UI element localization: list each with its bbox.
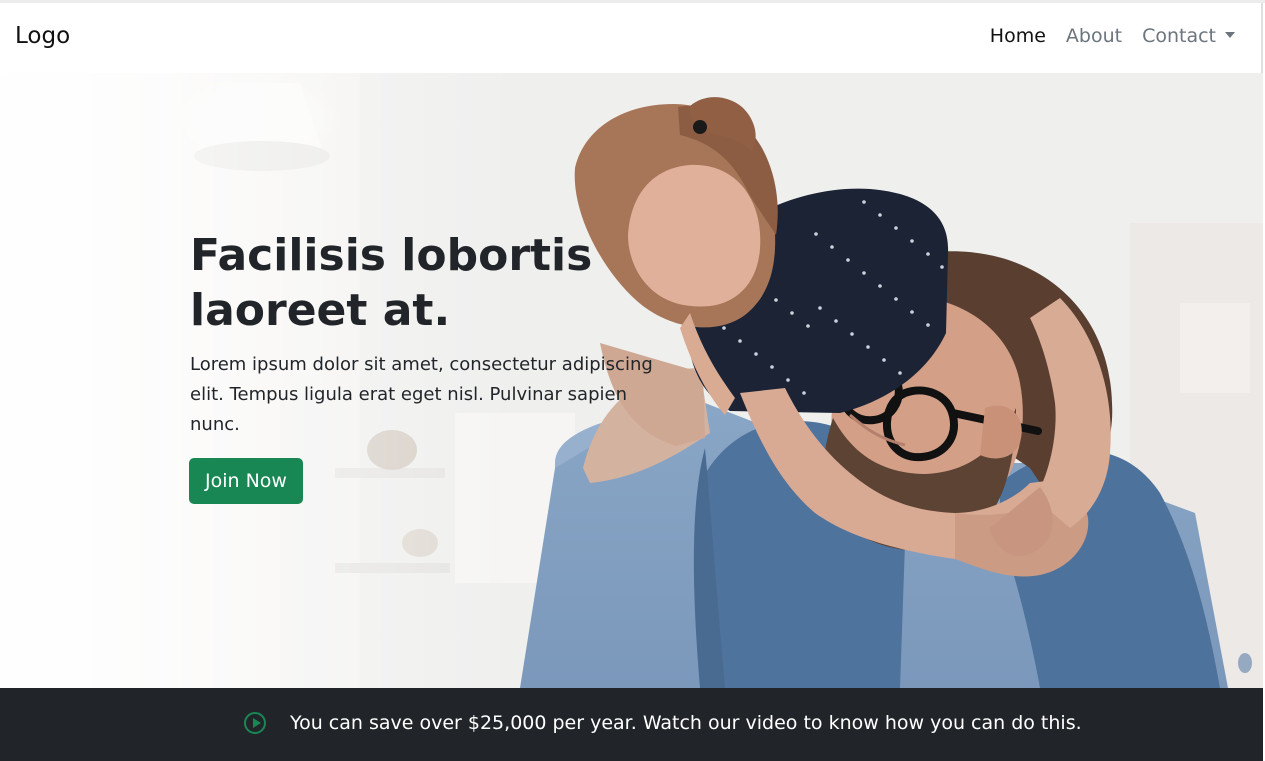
nav-contact[interactable]: Contact: [1142, 25, 1235, 47]
page: Logo Home About Contact Facilisis lobort…: [0, 0, 1265, 761]
join-now-button[interactable]: Join Now: [189, 458, 303, 504]
promo-strip: You can save over $25,000 per year. Watc…: [0, 688, 1263, 761]
promo-text[interactable]: You can save over $25,000 per year. Watc…: [290, 712, 1082, 734]
nav-contact-label: Contact: [1142, 25, 1216, 47]
hero-content: Facilisis lobortis laoreet at. Lorem ips…: [189, 228, 710, 504]
main-nav: Home About Contact: [990, 25, 1235, 47]
navbar: Logo Home About Contact: [0, 3, 1263, 73]
nav-home[interactable]: Home: [990, 25, 1046, 47]
hero-section: Facilisis lobortis laoreet at. Lorem ips…: [0, 73, 1263, 688]
hero-description: Lorem ipsum dolor sit amet, consectetur …: [190, 354, 653, 435]
play-circle-icon[interactable]: [244, 712, 266, 734]
logo[interactable]: Logo: [15, 23, 70, 49]
hero-title: Facilisis lobortis laoreet at.: [190, 230, 593, 336]
nav-about[interactable]: About: [1066, 25, 1122, 47]
chevron-down-icon: [1225, 32, 1235, 38]
